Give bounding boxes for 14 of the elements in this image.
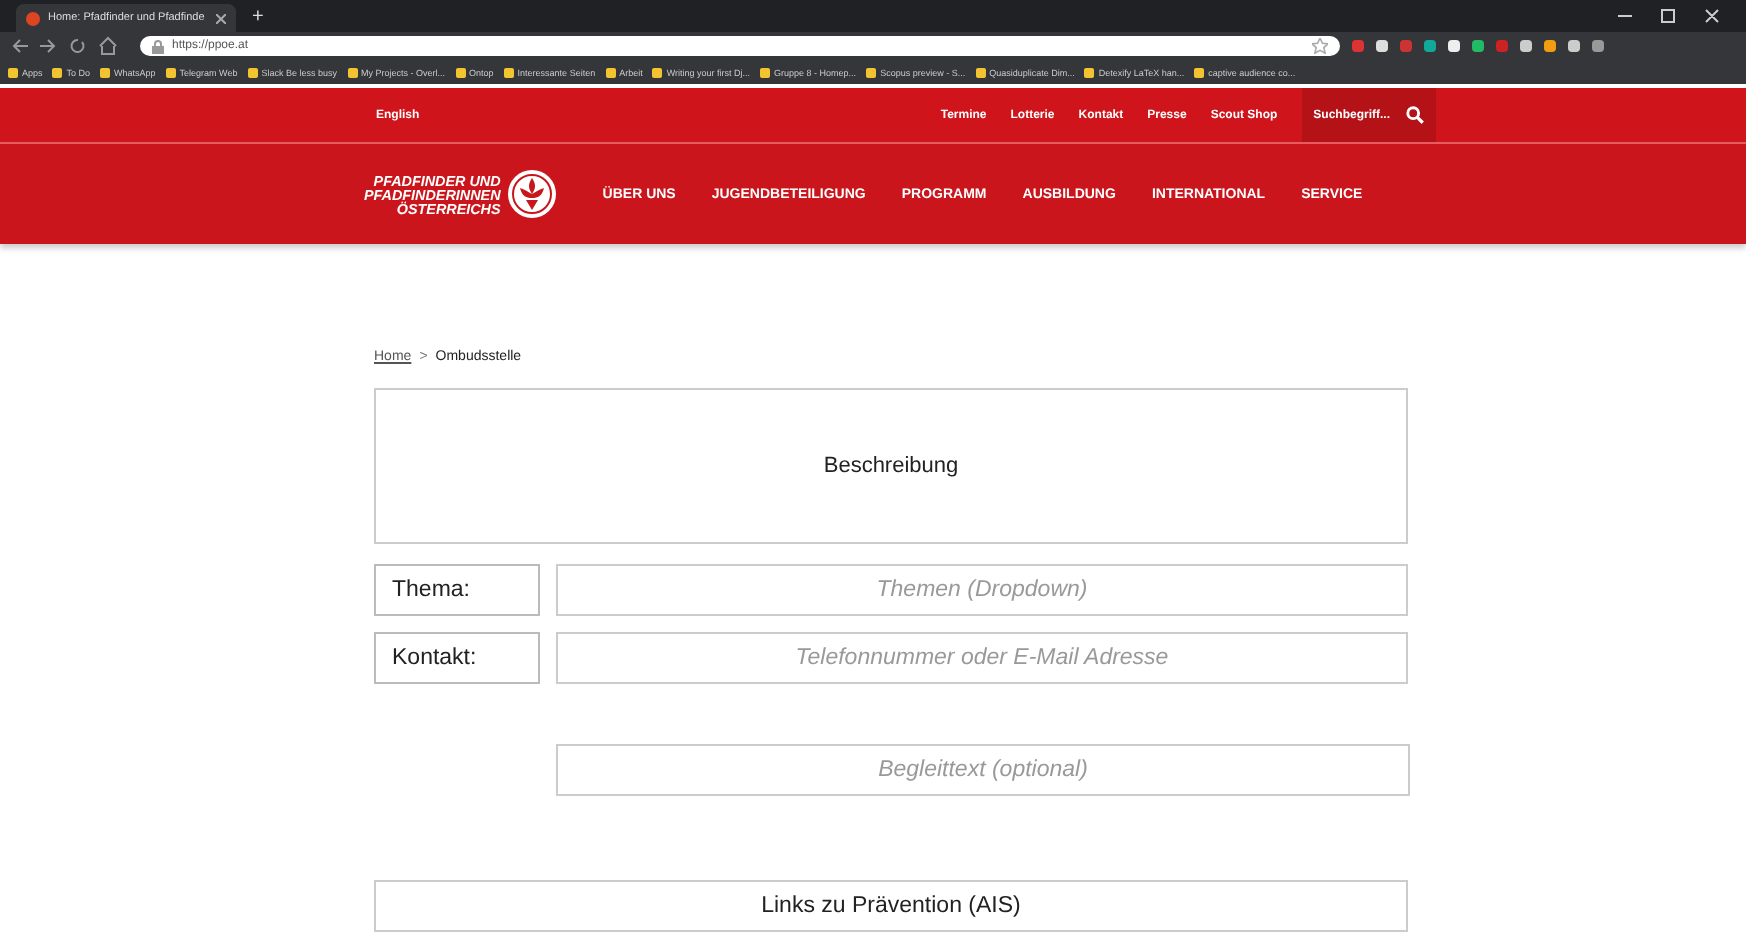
input-field[interactable]: Themen (Dropdown) — [556, 564, 1408, 616]
star-icon[interactable] — [1312, 38, 1328, 54]
lock-icon — [152, 39, 164, 53]
close-icon[interactable] — [216, 13, 226, 23]
field-label: Thema: — [374, 564, 540, 616]
field-label: Kontakt: — [374, 632, 540, 684]
favicon-icon — [26, 11, 40, 25]
search-icon[interactable] — [1406, 106, 1424, 124]
new-tab-button[interactable]: + — [252, 5, 264, 27]
emblem-icon[interactable] — [506, 168, 559, 220]
links-box: Links zu Prävention (AIS) — [374, 880, 1408, 932]
description-box: Beschreibung — [374, 388, 1408, 544]
input-field[interactable]: Telefonnummer oder E-Mail Adresse — [556, 632, 1408, 684]
comment-field[interactable]: Begleittext (optional) — [556, 744, 1410, 796]
